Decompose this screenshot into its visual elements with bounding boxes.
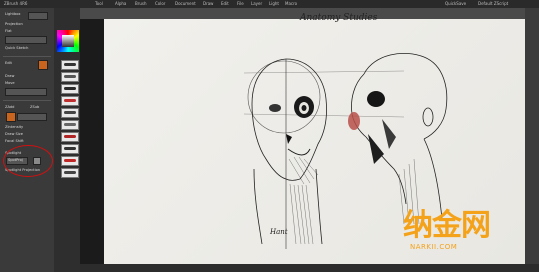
menu-document[interactable]: Document [175, 1, 196, 6]
neck-left [253, 168, 263, 245]
brush-swatch[interactable] [61, 72, 79, 82]
panel-slider[interactable] [5, 36, 47, 44]
menu-macro[interactable]: Macro [285, 1, 297, 6]
left-tool-panel: Lightbox Projection Flat Quick Sketch Ed… [0, 8, 54, 272]
menu-edit[interactable]: Edit [221, 1, 229, 6]
brush-swatch[interactable] [61, 168, 79, 178]
zintensity-slider[interactable] [17, 113, 47, 121]
panel-item[interactable]: Projection [5, 22, 23, 26]
neck-right [315, 168, 323, 245]
menu-layer[interactable]: Layer [251, 1, 262, 6]
highlight-circle [3, 145, 53, 177]
menu-draw[interactable]: Draw [203, 1, 213, 6]
panel-item[interactable]: Flat [5, 29, 12, 33]
guide-line [243, 113, 405, 118]
side-neck-back [423, 138, 443, 220]
swatch-mark [64, 171, 76, 174]
quicksave-button[interactable]: QuickSave [445, 1, 466, 6]
panel-item[interactable]: ZSub [30, 105, 39, 109]
swatch-mark [64, 87, 76, 90]
side-ear [422, 107, 434, 127]
bottom-shelf [80, 264, 539, 272]
menu-brush[interactable]: Brush [135, 1, 147, 6]
artist-signature: Hant [270, 228, 288, 236]
menu-file[interactable]: File [237, 1, 244, 6]
nose-cavity [286, 134, 292, 144]
panel-item[interactable]: Lightbox [5, 12, 20, 16]
menu-light[interactable]: Light [269, 1, 279, 6]
brush-swatch[interactable] [61, 120, 79, 130]
side-teeth-shadow [368, 134, 384, 164]
hatching [288, 156, 319, 245]
brush-swatch[interactable] [61, 84, 79, 94]
color-picker[interactable] [57, 30, 79, 52]
side-cheek-shadow [382, 119, 396, 149]
swatch-mark [64, 63, 76, 66]
panel-item[interactable]: ZAdd [5, 105, 14, 109]
divider [3, 56, 51, 57]
swatch-mark [64, 123, 76, 126]
construction-circle [247, 60, 321, 134]
brush-swatch[interactable] [61, 144, 79, 154]
swatch-mark [64, 135, 76, 138]
menu-alpha[interactable]: Alpha [115, 1, 126, 6]
panel-slider[interactable] [5, 88, 47, 96]
panel-item[interactable]: Draw [5, 74, 14, 78]
guide-line [243, 70, 405, 74]
swatch-mark [64, 159, 76, 162]
panel-button[interactable] [28, 12, 48, 20]
eye-left [269, 104, 281, 112]
swatch-mark [64, 99, 76, 102]
watermark-url: NARKII.COM [410, 243, 458, 251]
brush-swatch[interactable] [61, 156, 79, 166]
side-eye-socket [367, 91, 385, 107]
menu-color[interactable]: Color [155, 1, 165, 6]
eye-socket-pupil [301, 105, 307, 111]
panel-item[interactable]: Move [5, 81, 15, 85]
edit-mode-icon[interactable] [38, 60, 48, 70]
brush-swatch[interactable] [61, 132, 79, 142]
teeth-line [287, 148, 311, 156]
app-title: ZBrush 4R6 [4, 1, 28, 6]
panel-item[interactable]: ZIntensity [5, 125, 23, 129]
brush-swatch[interactable] [61, 108, 79, 118]
divider [3, 100, 51, 101]
swatch-mark [64, 147, 76, 150]
panel-item[interactable]: Draw Size [5, 132, 23, 136]
color-picker-inner[interactable] [62, 35, 74, 47]
swatch-mark [64, 111, 76, 114]
zadd-icon[interactable] [6, 112, 16, 122]
skull-outline-right [285, 58, 327, 181]
right-tool-strip [525, 8, 539, 272]
panel-item[interactable]: Quick Sketch [5, 46, 28, 50]
menu-tool[interactable]: Tool [95, 1, 103, 6]
side-nose-red [348, 112, 360, 130]
watermark-logo: 纳金网 [403, 208, 491, 243]
face-outline-left [251, 58, 287, 180]
script-label: Default ZScript [478, 1, 509, 6]
panel-item[interactable]: Focal Shift [5, 139, 24, 143]
swatch-mark [64, 75, 76, 78]
panel-item[interactable]: Edit [5, 61, 12, 65]
sketch-title-handwritten: Anatomy Studies [300, 13, 378, 23]
brush-swatch[interactable] [61, 60, 79, 70]
brush-swatch[interactable] [61, 96, 79, 106]
